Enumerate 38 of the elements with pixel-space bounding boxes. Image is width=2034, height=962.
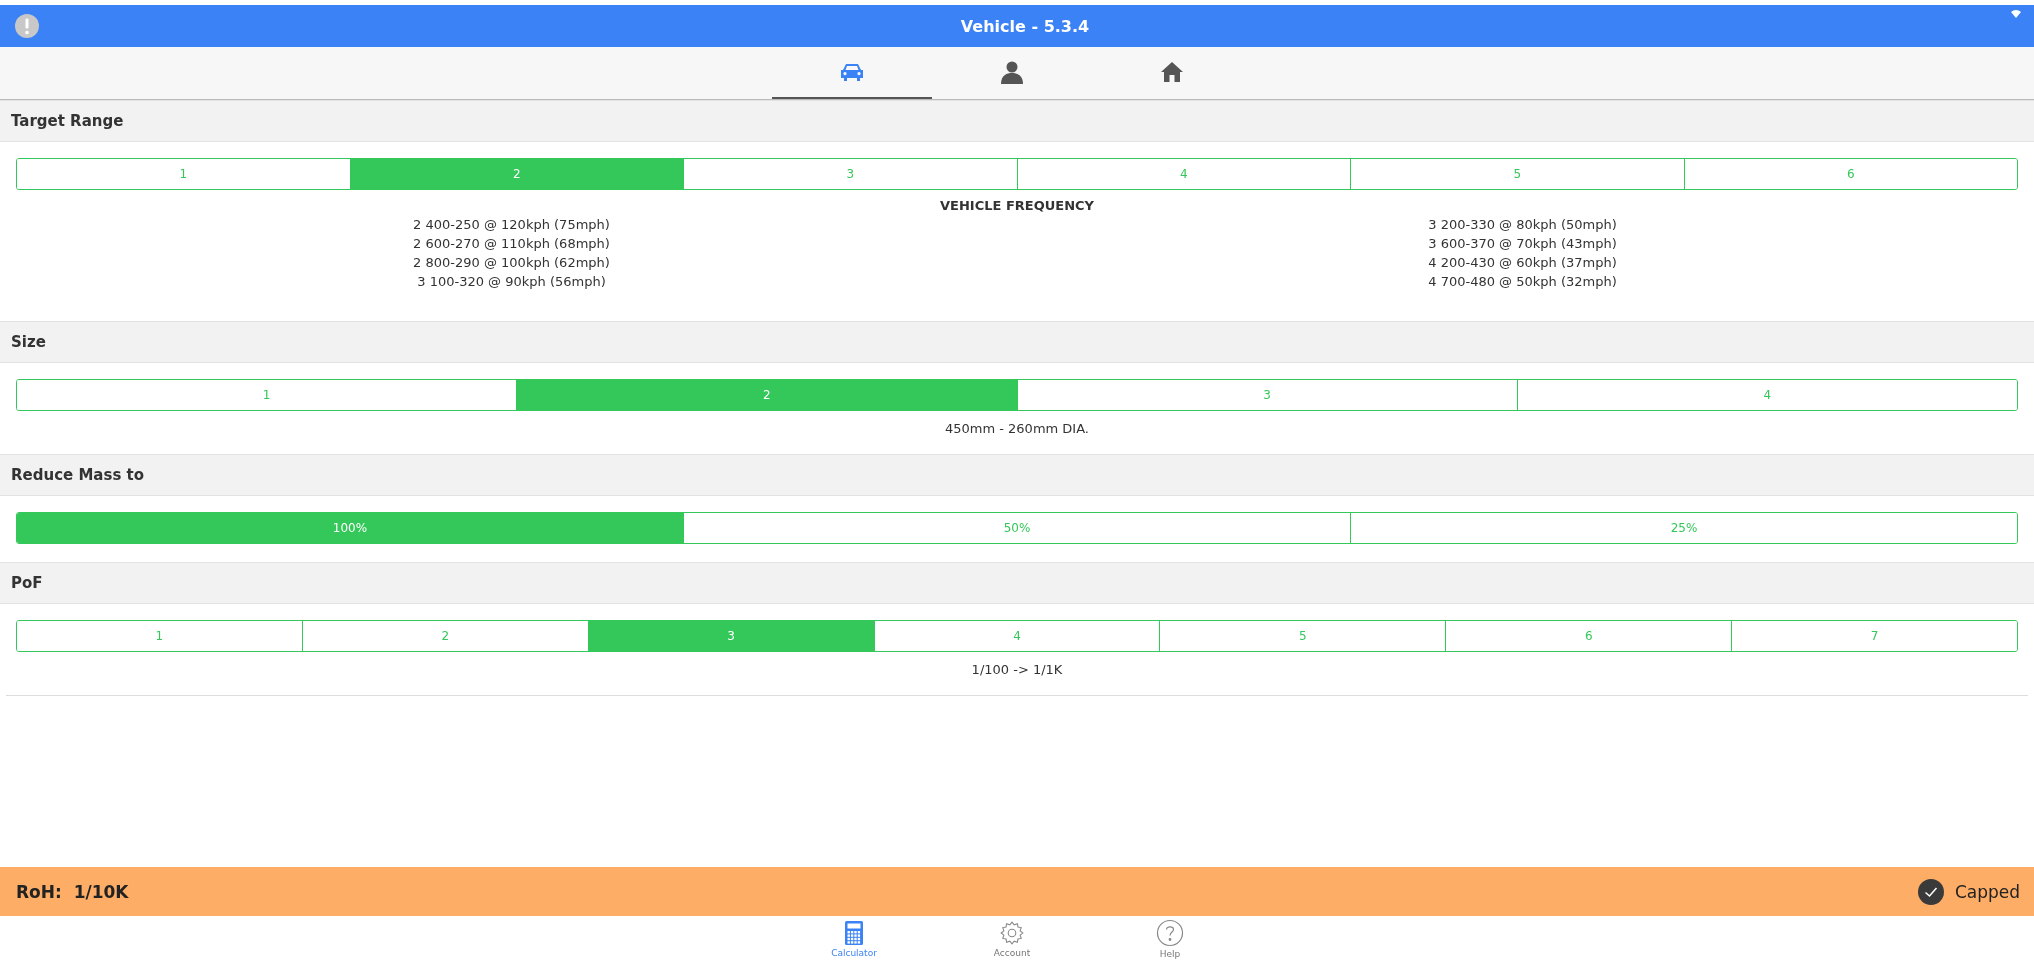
nav-item[interactable]: Account: [933, 916, 1091, 962]
status-text: Capped: [1954, 881, 2020, 902]
window-title: Vehicle - 5.3.4: [960, 16, 1090, 36]
segment-option[interactable]: 2: [516, 380, 1017, 410]
frequency-line: 3 100-320 @ 90kph (56mph): [417, 273, 606, 291]
info-text: 1/100 -> 1/1K: [970, 662, 1064, 677]
segment-option[interactable]: 6: [1683, 159, 2017, 189]
frequency-heading: VEHICLE FREQUENCY: [940, 197, 1094, 215]
nav-item[interactable]: Help: [1091, 916, 1249, 962]
calculator-icon: [844, 920, 864, 946]
segment-option[interactable]: 4: [1516, 380, 2017, 410]
segment-option[interactable]: 25%: [1350, 513, 2017, 543]
gear-icon: [999, 920, 1025, 946]
segment-option[interactable]: 2: [349, 159, 683, 189]
frequency-line: 2 400-250 @ 120kph (75mph): [413, 216, 610, 234]
section-header: PoF: [0, 562, 2034, 604]
frequency-line: 4 700-480 @ 50kph (32mph): [1428, 273, 1617, 291]
section-header: Size: [0, 321, 2034, 363]
segment-option[interactable]: 3: [587, 621, 874, 651]
car-icon: [839, 62, 865, 82]
help-icon: [1156, 919, 1184, 947]
result-text: RoH: 1/10K: [16, 881, 129, 902]
alert-icon: [14, 13, 40, 39]
frequency-line: 2 800-290 @ 100kph (62mph): [413, 254, 610, 272]
frequency-line: 3 600-370 @ 70kph (43mph): [1428, 235, 1617, 253]
section-header: Reduce Mass to: [0, 454, 2034, 496]
frequency-line: 3 200-330 @ 80kph (50mph): [1428, 216, 1617, 234]
section-header: Target Range: [0, 100, 2034, 142]
home-icon: [1160, 61, 1184, 83]
segment-option[interactable]: 7: [1731, 621, 2017, 651]
person-icon: [1000, 60, 1024, 84]
nav-item[interactable]: Calculator: [775, 916, 933, 962]
segment-option[interactable]: 100%: [17, 513, 683, 543]
wifi-icon: [2010, 9, 2022, 19]
frequency-line: 2 600-270 @ 110kph (68mph): [413, 235, 610, 253]
info-text: 450mm - 260mm DIA.: [944, 421, 1090, 436]
frequency-line: 4 200-430 @ 60kph (37mph): [1428, 254, 1617, 272]
check-icon: [1916, 877, 1945, 906]
